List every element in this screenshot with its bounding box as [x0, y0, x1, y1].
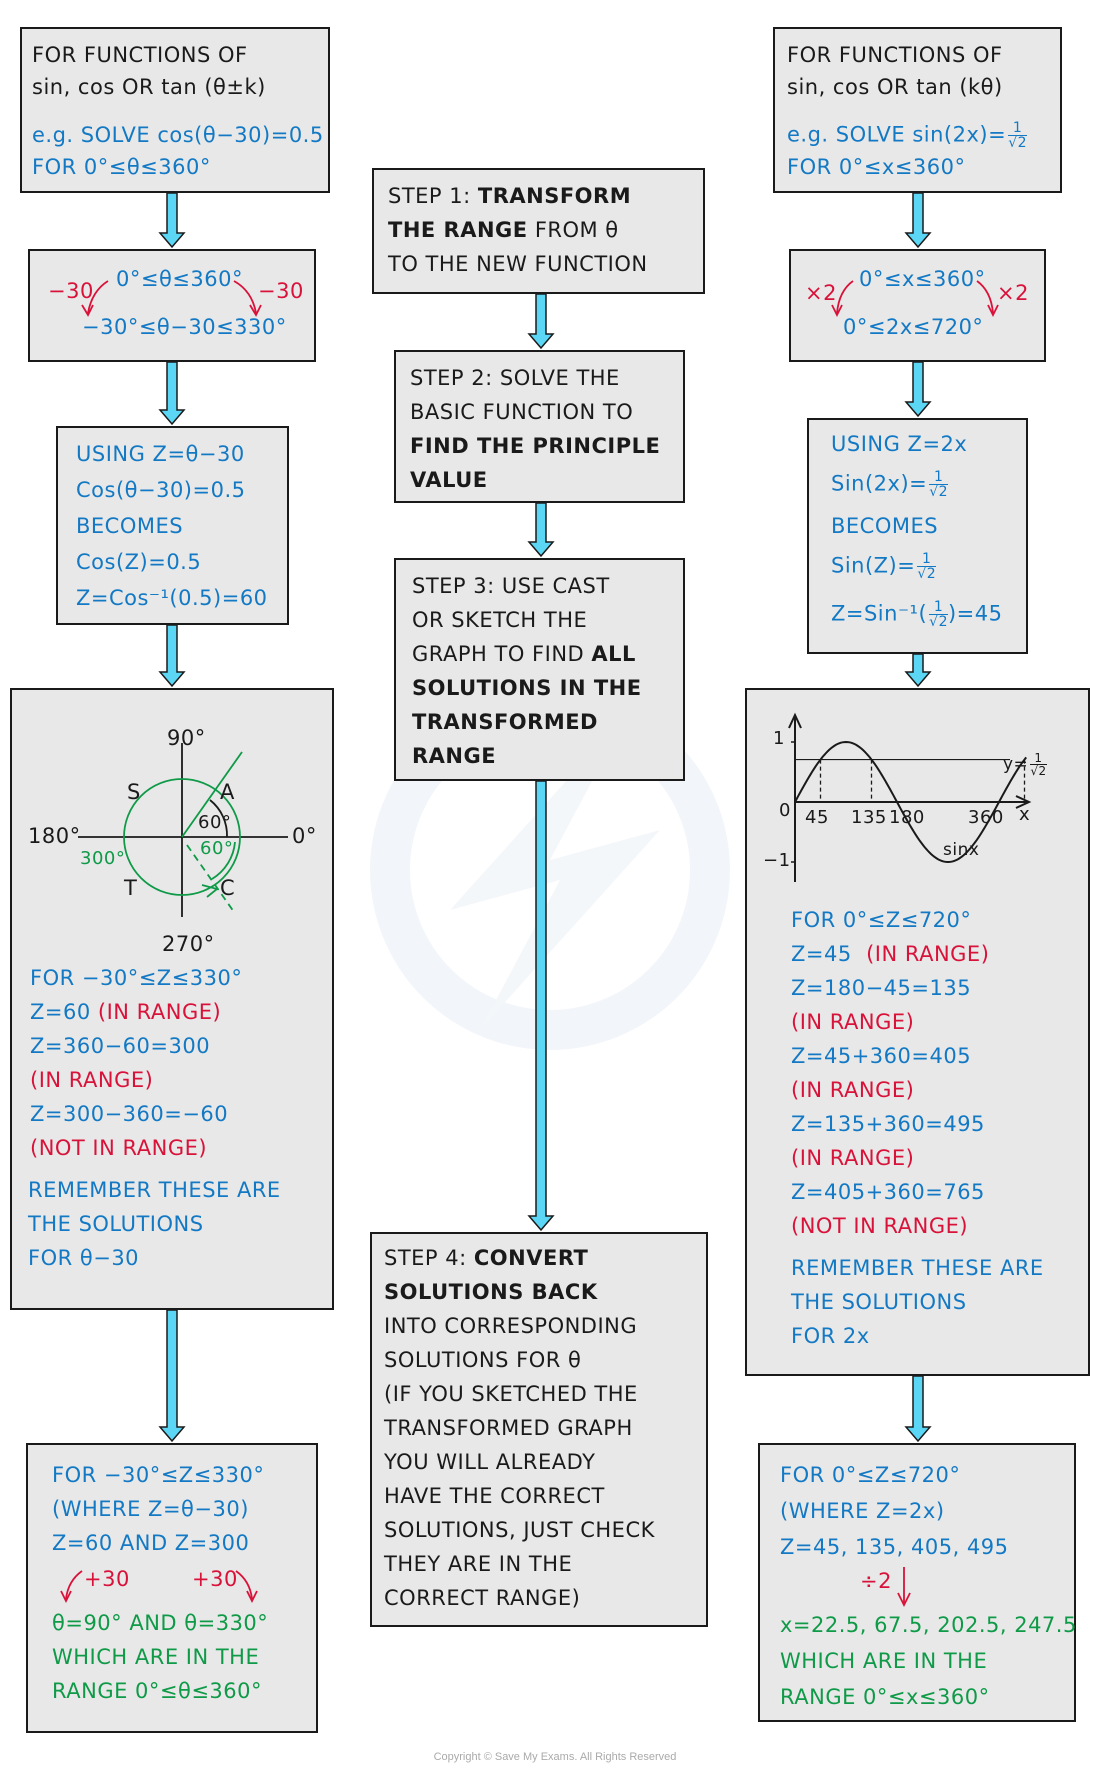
right-sol-z3-status: (IN RANGE) [791, 1078, 915, 1102]
right-final-range: RANGE 0°≤x≤360° [780, 1685, 990, 1709]
left-remember-line2: THE SOLUTIONS [28, 1212, 204, 1236]
right-remember-line3: FOR 2x [791, 1324, 870, 1348]
step4-line: (IF YOU SKETCHED THE [384, 1382, 638, 1406]
right-final-result: x=22.5, 67.5, 202.5, 247.5 [780, 1613, 1077, 1637]
left-sol-z2: Z=360−60=300 [30, 1034, 211, 1058]
right-final-down-arrow [897, 1567, 911, 1608]
step4-box: STEP 4: CONVERT SOLUTIONS BACK INTO CORR… [370, 1232, 708, 1627]
right-graph-box: 1 −1 0 x 45 135 180 360 sinx y= 1 √2 FOR 0… [745, 688, 1090, 1376]
right-remember-line2: THE SOLUTIONS [791, 1290, 967, 1314]
step4-line1: STEP 4: CONVERT [384, 1246, 589, 1270]
graph-line-label: y= 1 √2 [1003, 751, 1047, 778]
right-sol-z4-status: (IN RANGE) [791, 1146, 915, 1170]
flow-arrow [904, 1375, 932, 1443]
step4-line: SOLUTIONS, JUST CHECK [384, 1518, 655, 1542]
graph-x-tick: 135 [851, 807, 887, 828]
right-sol-z2: Z=180−45=135 [791, 976, 972, 1000]
step4-line2: SOLUTIONS BACK [384, 1280, 598, 1304]
left-sol-z2-status: (IN RANGE) [30, 1068, 154, 1092]
left-final-result: θ=90° AND θ=330° [52, 1611, 269, 1635]
left-sol-range: FOR −30°≤Z≤330° [30, 966, 243, 990]
right-sol-z1: Z=45 (IN RANGE) [791, 942, 990, 966]
graph-x-tick: 180 [889, 807, 925, 828]
right-sol-z5-status: (NOT IN RANGE) [791, 1214, 969, 1238]
graph-x-tick: 360 [968, 807, 1004, 828]
left-remember-line3: FOR θ−30 [28, 1246, 140, 1270]
right-final-box: FOR 0°≤Z≤720° (WHERE Z=2x) Z=45, 135, 40… [758, 1443, 1076, 1722]
left-sol-z3: Z=300−360=−60 [30, 1102, 229, 1126]
right-sol-z2-status: (IN RANGE) [791, 1010, 915, 1034]
left-sol-z3-status: (NOT IN RANGE) [30, 1136, 208, 1160]
right-sol-z4: Z=135+360=495 [791, 1112, 985, 1136]
left-final-box: FOR −30°≤Z≤330° (WHERE Z=θ−30) Z=60 AND … [26, 1443, 318, 1733]
left-final-which: WHICH ARE IN THE [52, 1645, 260, 1669]
cast-label-270: 270° [162, 932, 215, 956]
sine-graph [788, 712, 1032, 882]
graph-curve-label: sinx [943, 840, 980, 860]
right-remember-line1: REMEMBER THESE ARE [791, 1256, 1044, 1280]
graph-x-tick: 45 [805, 807, 829, 828]
step4-line: YOU WILL ALREADY [384, 1450, 596, 1474]
step4-line: INTO CORRESPONDING [384, 1314, 638, 1338]
step4-line: HAVE THE CORRECT [384, 1484, 605, 1508]
right-sol-z5: Z=405+360=765 [791, 1180, 985, 1204]
left-remember-line1: REMEMBER THESE ARE [28, 1178, 281, 1202]
step4-line: SOLUTIONS FOR θ [384, 1348, 582, 1372]
step4-line: TRANSFORMED GRAPH [384, 1416, 633, 1440]
left-sol-z1: Z=60 (IN RANGE) [30, 1000, 222, 1024]
flow-arrow [158, 1309, 186, 1443]
right-final-which: WHICH ARE IN THE [780, 1649, 988, 1673]
step4-line: THEY ARE IN THE [384, 1552, 573, 1576]
left-final-range: RANGE 0°≤θ≤360° [52, 1679, 263, 1703]
graph-y-tick-1: 1 [773, 728, 785, 749]
right-sol-z3: Z=45+360=405 [791, 1044, 972, 1068]
copyright-footer: Copyright © Save My Exams. All Rights Re… [433, 1751, 677, 1763]
graph-x-axis-label: x [1019, 804, 1031, 825]
step4-line: CORRECT RANGE) [384, 1586, 581, 1610]
right-sol-range: FOR 0°≤Z≤720° [791, 908, 972, 932]
graph-y-tick-neg1: −1 [763, 850, 791, 871]
graph-origin-label: 0 [779, 800, 791, 821]
